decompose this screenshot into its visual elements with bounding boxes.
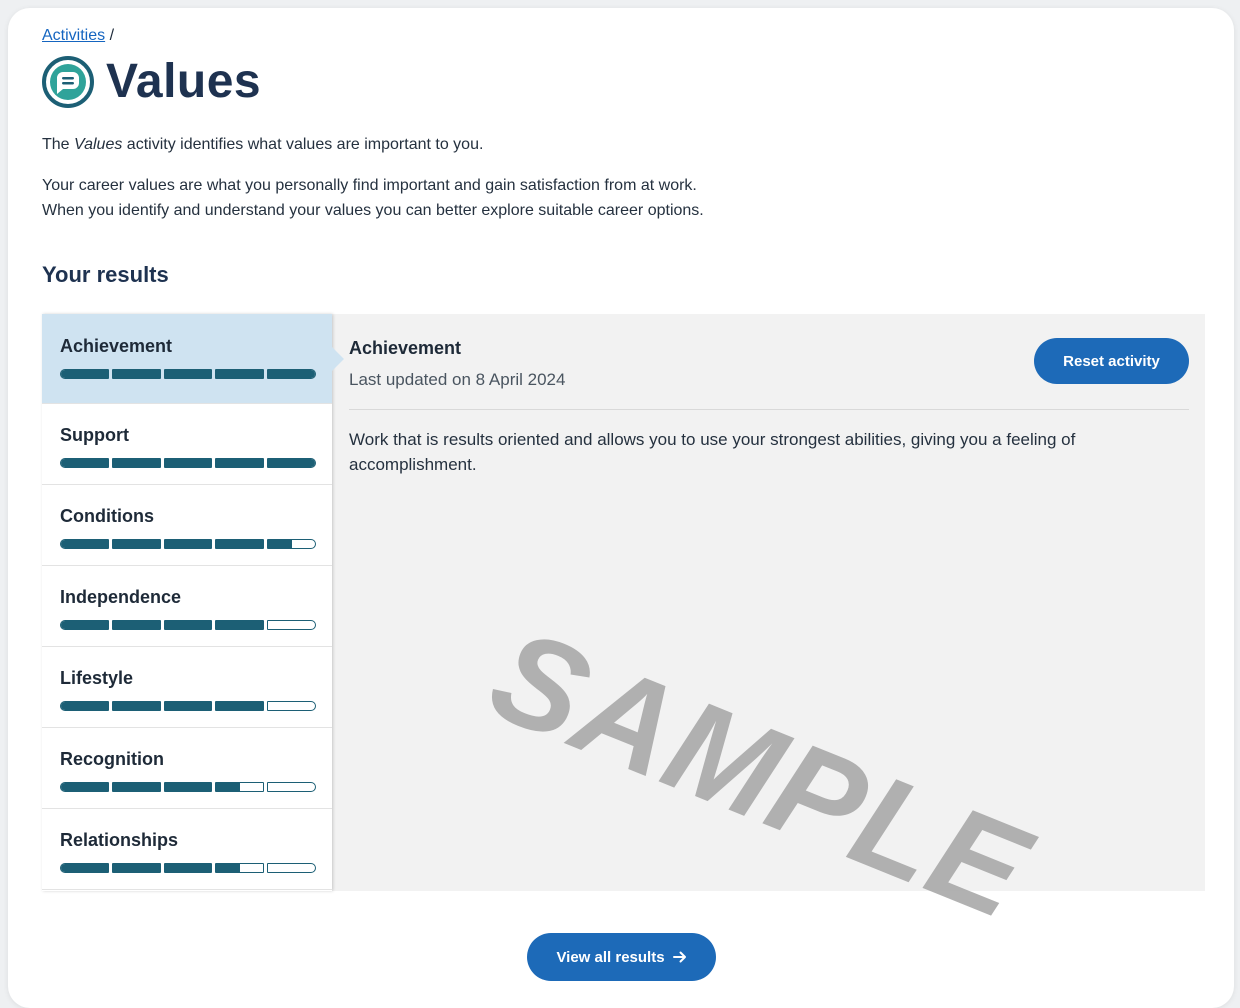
intro-suffix: activity identifies what values are impo…	[122, 136, 484, 153]
value-item-recognition[interactable]: Recognition	[42, 728, 332, 809]
score-segment	[111, 782, 161, 792]
score-segment	[163, 782, 213, 792]
score-segment	[60, 458, 109, 468]
score-segment	[163, 458, 213, 468]
score-bar	[60, 701, 316, 711]
detail-description: Work that is results oriented and allows…	[349, 430, 1076, 474]
score-segment	[111, 369, 161, 379]
score-segment	[163, 701, 213, 711]
score-segment	[215, 458, 265, 468]
value-item-lifestyle[interactable]: Lifestyle	[42, 647, 332, 728]
value-item-independence[interactable]: Independence	[42, 566, 332, 647]
score-segment	[215, 701, 265, 711]
score-segment	[215, 782, 265, 792]
results-panel: Achievement Support Conditions Independence…	[42, 314, 1205, 891]
divider	[349, 409, 1189, 410]
score-bar	[60, 863, 316, 873]
page-title: Values	[106, 55, 262, 108]
value-name: Conditions	[60, 506, 154, 526]
value-item-support[interactable]: Support	[42, 404, 332, 485]
detail-updated-date: Last updated on 8 April 2024	[349, 370, 566, 389]
reset-activity-button[interactable]: Reset activity	[1034, 338, 1189, 384]
score-segment	[267, 539, 316, 549]
score-bar	[60, 620, 316, 630]
score-bar	[60, 369, 316, 379]
score-segment	[60, 620, 109, 630]
value-item-relationships[interactable]: Relationships	[42, 809, 332, 890]
score-segment	[60, 863, 109, 873]
score-segment	[163, 369, 213, 379]
score-segment	[111, 863, 161, 873]
intro-em: Values	[74, 136, 123, 153]
value-name: Lifestyle	[60, 668, 134, 688]
intro-line-1: Your career values are what you personal…	[42, 177, 697, 194]
score-segment	[60, 369, 109, 379]
value-list: Achievement Support Conditions Independence…	[42, 314, 344, 891]
score-segment	[60, 701, 109, 711]
score-segment	[215, 539, 265, 549]
score-segment	[267, 620, 316, 630]
breadcrumb-link-activities[interactable]: Activities	[42, 27, 105, 44]
score-segment	[111, 620, 161, 630]
score-bar	[60, 458, 316, 468]
breadcrumb: Activities /	[42, 27, 114, 45]
score-segment	[215, 620, 265, 630]
intro-description: Your career values are what you personal…	[42, 173, 704, 223]
score-segment	[163, 863, 213, 873]
title-row: Values	[42, 54, 261, 109]
detail-title: Achievement	[349, 338, 462, 358]
score-segment	[111, 458, 161, 468]
value-name: Independence	[60, 587, 182, 607]
value-item-achievement[interactable]: Achievement	[42, 314, 344, 404]
score-segment	[163, 539, 213, 549]
results-heading: Your results	[42, 262, 169, 287]
score-segment	[215, 369, 265, 379]
score-segment	[267, 369, 316, 379]
view-all-results-button[interactable]: View all results	[527, 933, 716, 981]
value-name: Achievement	[60, 336, 173, 356]
value-item-conditions[interactable]: Conditions	[42, 485, 332, 566]
value-name: Support	[60, 425, 129, 445]
value-name: Relationships	[60, 830, 179, 850]
breadcrumb-separator: /	[109, 27, 115, 44]
speech-bubble-icon	[42, 55, 94, 108]
arrow-right-icon	[672, 951, 686, 963]
score-segment	[163, 620, 213, 630]
score-bar	[60, 782, 316, 792]
score-segment	[267, 863, 316, 873]
value-name: Recognition	[60, 749, 164, 769]
intro-text: The Values activity identifies what valu…	[42, 132, 483, 157]
score-segment	[215, 863, 265, 873]
view-all-results-label: View all results	[556, 948, 665, 966]
intro-prefix: The	[42, 136, 75, 153]
score-segment	[60, 539, 109, 549]
intro-line-2: When you identify and understand your va…	[42, 202, 704, 219]
score-segment	[111, 539, 161, 549]
score-bar	[60, 539, 316, 549]
score-segment	[267, 458, 316, 468]
main-card: Activities / Values The Values activity …	[8, 8, 1234, 1008]
score-segment	[267, 782, 316, 792]
score-segment	[60, 782, 109, 792]
score-segment	[111, 701, 161, 711]
score-segment	[267, 701, 316, 711]
